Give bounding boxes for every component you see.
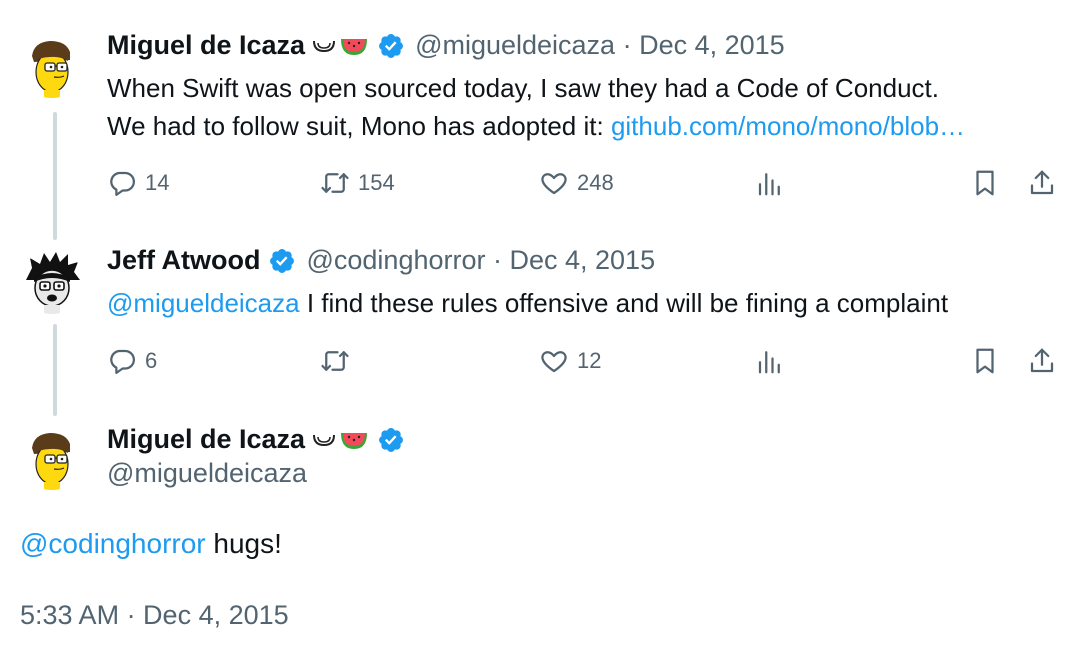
avatar-miguel — [20, 34, 84, 98]
bookmark-button[interactable] — [970, 168, 1000, 198]
avatar[interactable] — [20, 426, 84, 490]
tweet-header: Miguel de Icaza @migueldeicaza · Dec 4, … — [107, 30, 785, 61]
repost-icon — [321, 351, 349, 371]
avatar-jeff — [20, 250, 84, 314]
verified-icon[interactable] — [377, 426, 405, 454]
tweet-link[interactable]: github.com/mono/mono/blob… — [611, 111, 965, 141]
avatar[interactable] — [20, 250, 84, 314]
watermelon-emoji — [339, 35, 369, 57]
bookmark-icon — [976, 348, 994, 374]
views-icon — [758, 351, 780, 374]
verified-icon[interactable] — [268, 247, 296, 275]
separator: · — [615, 30, 640, 60]
thread-line-2 — [53, 324, 57, 416]
tweet-header: Jeff Atwood @codinghorror · Dec 4, 2015 — [107, 245, 655, 276]
thread-line-1 — [53, 112, 57, 240]
like-icon — [541, 351, 567, 373]
repost-button[interactable] — [320, 346, 358, 376]
mention-link[interactable]: @codinghorror — [20, 528, 206, 559]
tweet-text-body: I find these rules offensive and will be… — [299, 288, 949, 318]
reply-icon — [110, 349, 135, 374]
like-icon — [541, 173, 567, 195]
share-icon — [1030, 170, 1054, 195]
share-button[interactable] — [1027, 346, 1057, 376]
author-handle[interactable]: @migueldeicaza — [107, 458, 307, 489]
tweet-timestamp[interactable]: 5:33 AM · Dec 4, 2015 — [20, 600, 289, 631]
tweet-text: @migueldeicaza I find these rules offens… — [107, 284, 948, 322]
mention-link[interactable]: @migueldeicaza — [107, 288, 300, 318]
verified-icon[interactable] — [377, 32, 405, 60]
author-name[interactable]: Jeff Atwood — [107, 245, 260, 276]
bookmark-button[interactable] — [970, 346, 1000, 376]
avatar-miguel — [20, 426, 84, 490]
main-tweet-header: Miguel de Icaza — [107, 424, 405, 455]
tweet-text-line: When Swift was open sourced today, I saw… — [107, 73, 939, 103]
like-count: 248 — [577, 170, 614, 195]
melon-emoji — [311, 37, 337, 55]
reply-button[interactable]: 14 — [107, 168, 169, 198]
repost-button[interactable]: 154 — [320, 168, 395, 198]
views-button[interactable] — [755, 346, 785, 376]
author-handle[interactable]: @migueldeicaza — [415, 30, 615, 61]
reply-icon — [110, 171, 135, 196]
melon-emoji — [311, 431, 337, 449]
share-button[interactable] — [1027, 168, 1057, 198]
watermelon-emoji — [339, 429, 369, 451]
reply-button[interactable]: 6 — [107, 346, 157, 376]
main-tweet-text: @codinghorror hugs! — [20, 528, 282, 560]
author-name[interactable]: Miguel de Icaza — [107, 30, 305, 61]
author-name[interactable]: Miguel de Icaza — [107, 424, 305, 455]
tweet-text: When Swift was open sourced today, I saw… — [107, 69, 965, 145]
like-button[interactable]: 248 — [539, 168, 614, 198]
like-button[interactable]: 12 — [539, 346, 601, 376]
tweet-text-body: hugs! — [205, 528, 282, 559]
share-icon — [1030, 348, 1054, 373]
avatar[interactable] — [20, 34, 84, 98]
tweet-date[interactable]: Dec 4, 2015 — [639, 30, 785, 61]
tweet-text-prefix: We had to follow suit, Mono has adopted … — [107, 111, 611, 141]
action-bar: 14 154 248 — [107, 168, 1062, 208]
views-icon — [758, 173, 780, 196]
views-button[interactable] — [755, 168, 785, 198]
separator: · — [485, 245, 510, 275]
repost-count: 154 — [358, 170, 395, 195]
repost-icon — [321, 173, 349, 193]
tweet-date[interactable]: Dec 4, 2015 — [509, 245, 655, 276]
reply-count: 6 — [145, 348, 158, 373]
action-bar: 6 12 — [107, 346, 1062, 386]
author-handle[interactable]: @codinghorror — [306, 245, 485, 276]
like-count: 12 — [577, 348, 602, 373]
reply-count: 14 — [145, 170, 170, 195]
tweet-text-line: We had to follow suit, Mono has adopted … — [107, 107, 965, 145]
bookmark-icon — [976, 170, 994, 196]
